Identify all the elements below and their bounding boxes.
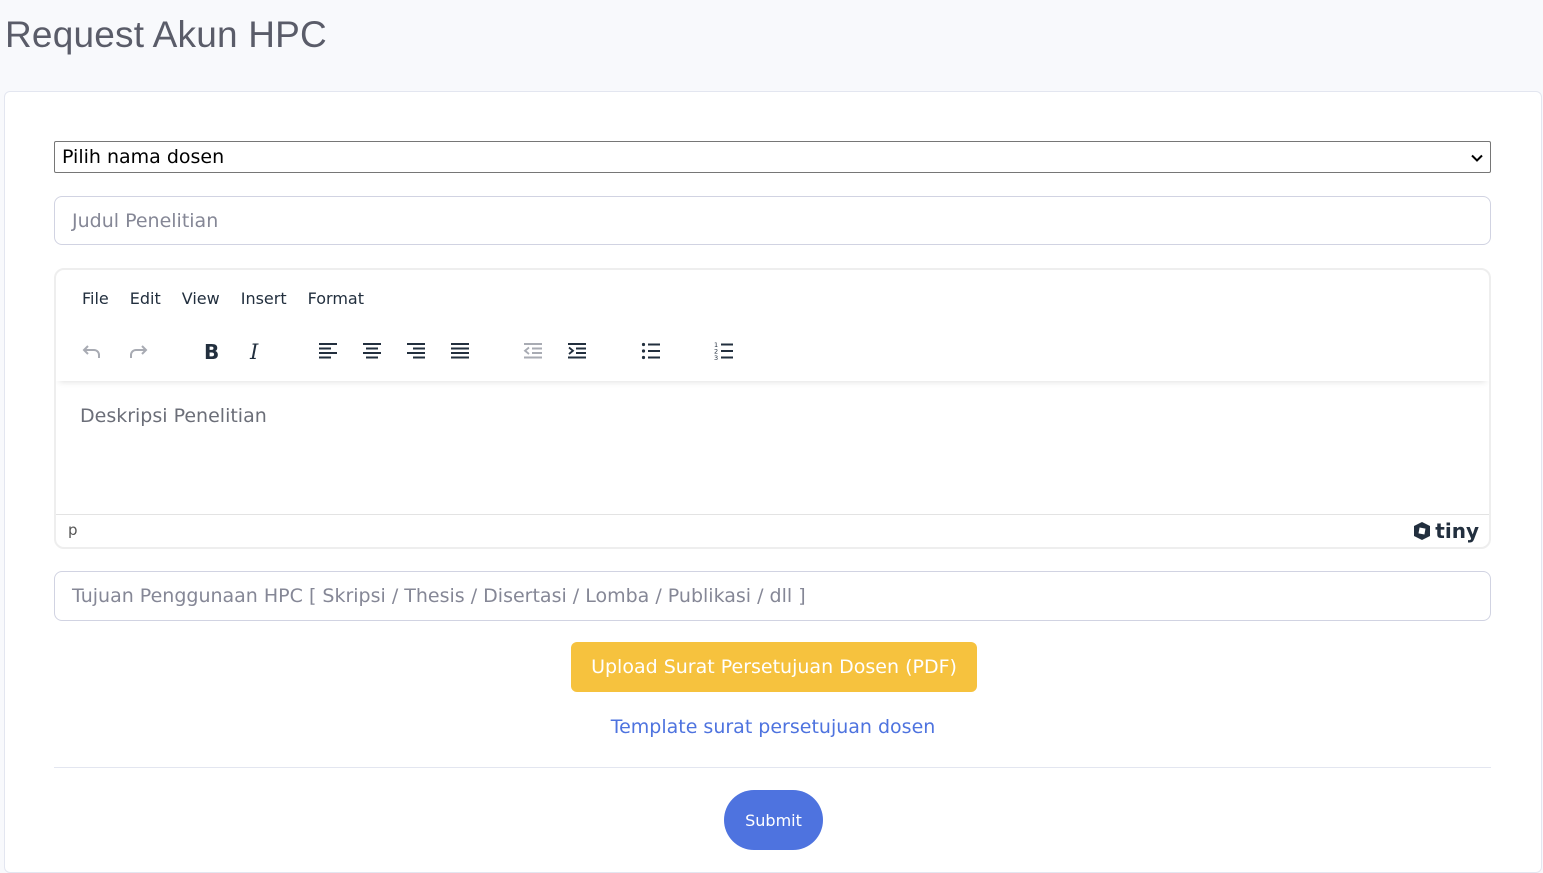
align-right-icon[interactable] [404, 339, 428, 363]
editor-menubar: File Edit View Insert Format [82, 289, 385, 308]
tiny-brand-icon [1414, 522, 1431, 540]
bullet-list-icon[interactable] [639, 339, 663, 363]
rich-text-editor: File Edit View Insert Format B I 1 2 3 D… [54, 268, 1491, 549]
editor-header [56, 270, 1489, 381]
numbered-list-icon[interactable]: 123 [712, 339, 736, 363]
request-form-card: Pilih nama dosen Judul Penelitian File E… [4, 91, 1542, 873]
editor-statusbar: p tiny [56, 514, 1489, 547]
chevron-down-icon [1471, 154, 1483, 162]
indent-icon[interactable] [565, 339, 589, 363]
align-left-icon[interactable] [316, 339, 340, 363]
editor-placeholder[interactable]: Deskripsi Penelitian [80, 405, 267, 427]
italic-icon[interactable]: I [243, 339, 267, 363]
menu-format[interactable]: Format [308, 289, 364, 308]
align-justify-icon[interactable] [448, 339, 472, 363]
submit-button[interactable]: Submit [724, 790, 823, 850]
judul-penelitian-placeholder: Judul Penelitian [72, 209, 219, 232]
tujuan-penggunaan-input[interactable]: Tujuan Penggunaan HPC [ Skripsi / Thesis… [54, 571, 1491, 621]
menu-insert[interactable]: Insert [241, 289, 287, 308]
align-center-icon[interactable] [360, 339, 384, 363]
menu-file[interactable]: File [82, 289, 109, 308]
divider [54, 767, 1491, 768]
tujuan-penggunaan-placeholder: Tujuan Penggunaan HPC [ Skripsi / Thesis… [72, 585, 806, 607]
page-title: Request Akun HPC [5, 14, 327, 55]
bold-icon[interactable]: B [199, 339, 223, 363]
dosen-select-value: Pilih nama dosen [62, 146, 225, 168]
judul-penelitian-input[interactable]: Judul Penelitian [54, 196, 1491, 245]
menu-edit[interactable]: Edit [130, 289, 161, 308]
upload-surat-button[interactable]: Upload Surat Persetujuan Dosen (PDF) [571, 642, 977, 692]
undo-icon[interactable] [80, 339, 104, 363]
dosen-select[interactable]: Pilih nama dosen [54, 141, 1491, 173]
tiny-brand-text: tiny [1435, 519, 1479, 543]
svg-text:3: 3 [714, 354, 718, 362]
outdent-icon[interactable] [521, 339, 545, 363]
menu-view[interactable]: View [182, 289, 220, 308]
element-path[interactable]: p [68, 521, 78, 539]
svg-text:I: I [249, 340, 259, 363]
template-surat-link[interactable]: Template surat persetujuan dosen [5, 716, 1541, 738]
svg-text:B: B [204, 340, 219, 363]
tiny-logo[interactable]: tiny [1412, 519, 1479, 543]
redo-icon[interactable] [126, 339, 150, 363]
